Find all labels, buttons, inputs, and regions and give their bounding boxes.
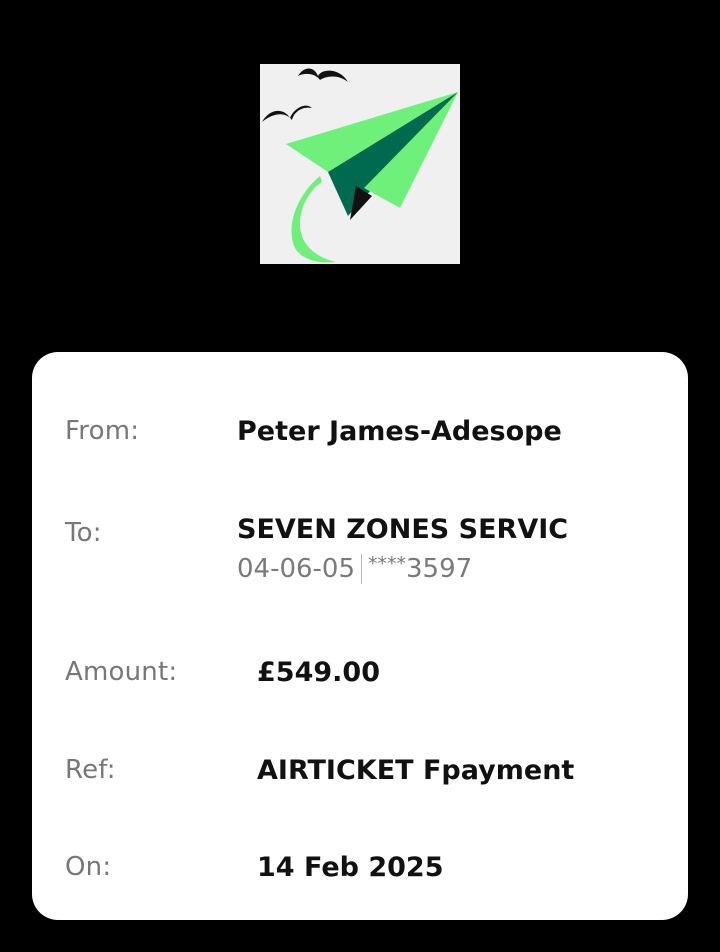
ref-value: AIRTICKET Fpayment <box>257 755 575 786</box>
paper-plane-logo-icon <box>260 64 460 264</box>
transfer-receipt-screen: From: Peter James-Adesope To: SEVEN ZONE… <box>0 0 720 952</box>
bird-icon <box>262 105 312 122</box>
date-label: On: <box>65 852 112 882</box>
account-number: 3597 <box>406 554 473 584</box>
amount-label: Amount: <box>65 657 178 687</box>
bird-icon <box>298 68 348 82</box>
account-mask: **** <box>368 553 407 575</box>
ref-label: Ref: <box>65 755 116 785</box>
amount-value: £549.00 <box>257 657 380 688</box>
to-label: To: <box>65 518 102 548</box>
account-divider <box>361 554 363 584</box>
account-details: 04-06-05 **** 3597 <box>237 553 473 584</box>
sort-code: 04-06-05 <box>237 554 356 584</box>
to-value: SEVEN ZONES SERVIC <box>237 514 569 545</box>
paper-plane-svg <box>262 68 458 263</box>
transfer-details-card: From: Peter James-Adesope To: SEVEN ZONE… <box>32 352 688 920</box>
date-value: 14 Feb 2025 <box>257 852 444 883</box>
from-label: From: <box>65 416 140 446</box>
from-value: Peter James-Adesope <box>237 416 562 447</box>
swoosh-trail <box>291 176 336 263</box>
